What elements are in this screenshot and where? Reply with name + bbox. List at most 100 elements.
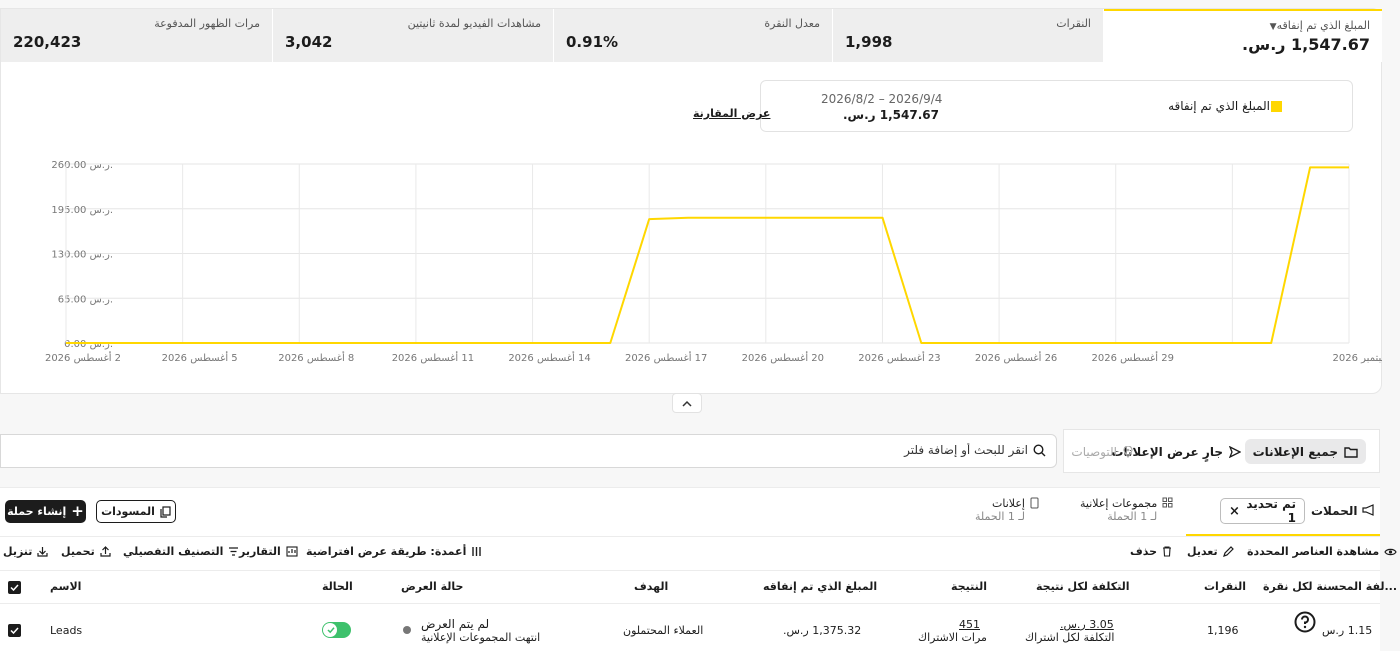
upload-icon <box>100 546 111 557</box>
metric-paid-impressions[interactable]: مرات الظهور المدفوعة 220,423 <box>1 9 272 62</box>
toolbar-label: تنزيل <box>3 545 33 558</box>
level-sublabel: لـ 1 الحملة <box>975 510 1025 523</box>
row-cost-per-result-type: التكلفة لكل اشتراك <box>1025 631 1115 644</box>
row-result-type: مرات الاشتراك <box>918 631 987 644</box>
collapse-chart-button[interactable] <box>672 393 702 413</box>
metric-ctr[interactable]: معدل النقرة 0.91% <box>554 9 832 62</box>
column-header-status[interactable]: الحالة <box>322 580 353 593</box>
toolbar-label: تعديل <box>1187 545 1218 558</box>
reports-button[interactable]: التقارير <box>239 545 298 558</box>
metric-amount-spent[interactable]: المبلغ الذي تم إنفاقه▼ 1,547.67 ر.س. <box>1104 9 1382 62</box>
row-cpc: 1.15 ر.س <box>1322 624 1373 637</box>
metric-label: المبلغ الذي تم إنفاقه <box>1276 19 1370 32</box>
upload-button[interactable]: تحميل <box>61 545 111 558</box>
x-tick-label: 14 أغسطس 2026 <box>508 351 590 364</box>
report-icon <box>286 546 298 557</box>
status-toggle[interactable] <box>322 622 351 638</box>
download-button[interactable]: تنزيل <box>3 545 49 558</box>
column-header-cost-per-result[interactable]: التكلفة لكل نتيجة <box>1036 580 1130 593</box>
select-all-checkbox[interactable] <box>8 581 21 594</box>
view-selected-button[interactable]: مشاهدة العناصر المحددة <box>1247 545 1397 558</box>
row-name[interactable]: Leads <box>50 624 82 637</box>
check-icon <box>10 627 19 634</box>
caret-down-icon[interactable]: ▼ <box>1270 22 1277 32</box>
grid-icon <box>1162 497 1173 508</box>
delivery-status: لم يتم العرض <box>421 617 490 631</box>
tab-label: التوصيات <box>1071 444 1117 459</box>
column-header-objective[interactable]: الهدف <box>634 580 668 593</box>
download-icon <box>37 547 49 557</box>
columns-button[interactable]: أعمدة: طريقة عرض افتراضية <box>306 545 482 558</box>
x-tick-label: 29 أغسطس 2026 <box>1092 351 1174 364</box>
x-tick-label: 5 أغسطس 2026 <box>162 351 238 364</box>
y-tick-label: 195.00 ر.س. <box>51 205 113 216</box>
level-tab-campaigns-label[interactable]: الحملات <box>1311 504 1375 518</box>
column-header-result[interactable]: النتيجة <box>951 580 987 593</box>
trash-icon <box>1163 546 1172 557</box>
view-tabs: جميع الإعلانات جارٍ عرض الإعلانات التوصي… <box>1063 429 1380 473</box>
column-header-delivery[interactable]: حالة العرض <box>401 580 463 593</box>
toolbar-label: التقارير <box>239 545 281 558</box>
metric-label: النقرات <box>1056 17 1091 30</box>
edit-button[interactable]: تعديل <box>1187 545 1234 558</box>
folder-icon <box>1344 446 1358 458</box>
legend-series-label: المبلغ الذي تم إنفاقه <box>1168 99 1270 113</box>
pencil-icon <box>1222 546 1234 557</box>
search-input[interactable] <box>228 443 1028 457</box>
x-tick-label: 23 أغسطس 2026 <box>858 351 940 364</box>
help-button[interactable] <box>1292 609 1318 635</box>
search-icon <box>1033 444 1046 457</box>
drafts-label: المسودات <box>101 505 155 518</box>
toolbar-label: أعمدة: طريقة عرض افتراضية <box>306 545 467 558</box>
compare-link[interactable]: عرض المقارنة <box>693 107 770 120</box>
row-objective: العملاء المحتملون <box>623 624 704 637</box>
legend-item: المبلغ الذي تم إنفاقه <box>1168 99 1282 113</box>
breakdown-button[interactable]: التصنيف التفصيلي <box>123 545 239 558</box>
check-icon <box>10 584 19 591</box>
metric-clicks[interactable]: النقرات 1,998 <box>833 9 1103 62</box>
column-header-clicks[interactable]: النقرات <box>1204 580 1246 593</box>
column-header-name[interactable]: الاسم <box>50 580 81 593</box>
x-tick-label: 17 أغسطس 2026 <box>625 351 707 364</box>
x-tick-label: 20 أغسطس 2026 <box>742 351 824 364</box>
column-header-cpc[interactable]: ...لفة المحسنة لكل نقرة <box>1263 580 1397 593</box>
divider <box>0 603 1380 604</box>
close-icon[interactable]: × <box>1229 504 1240 519</box>
phone-icon <box>1030 497 1039 509</box>
x-tick-label: 2 أغسطس 2026 <box>45 351 121 364</box>
question-icon <box>1294 611 1316 633</box>
x-tick-label: 26 أغسطس 2026 <box>975 351 1057 364</box>
delete-button[interactable]: حذف <box>1130 545 1172 558</box>
drafts-button[interactable]: المسودات <box>96 500 176 523</box>
metric-value: 220,423 <box>13 33 82 51</box>
level-sublabel: لـ 1 الحملة <box>1107 510 1158 523</box>
create-campaign-button[interactable]: + إنشاء حملة <box>5 500 86 523</box>
row-result[interactable]: 451 <box>959 618 980 631</box>
row-checkbox[interactable] <box>8 624 21 637</box>
selected-count-chip[interactable]: تم تحديد 1 × <box>1220 497 1305 525</box>
toolbar-label: التصنيف التفصيلي <box>123 545 224 558</box>
eye-icon <box>1384 548 1397 555</box>
toolbar-label: تحميل <box>61 545 95 558</box>
delivery-status-detail: انتهت المجموعات الإعلانية <box>421 631 541 644</box>
tab-all-ads[interactable]: جميع الإعلانات <box>1244 439 1366 464</box>
metric-video-views[interactable]: مشاهدات الفيديو لمدة ثانيتين 3,042 <box>273 9 553 62</box>
toolbar-label: حذف <box>1130 545 1158 558</box>
chevron-up-icon <box>682 400 692 407</box>
metric-value: 1,547.67 ر.س. <box>1242 35 1370 54</box>
level-tab-ad-sets[interactable]: مجموعات إعلانية لـ 1 الحملة <box>1080 497 1173 523</box>
plus-icon: + <box>71 502 84 520</box>
level-label: الحملات <box>1311 504 1358 518</box>
columns-icon <box>472 547 482 556</box>
selected-chip-label: تم تحديد 1 <box>1246 497 1296 525</box>
level-label: مجموعات إعلانية <box>1080 497 1158 510</box>
toolbar-label: مشاهدة العناصر المحددة <box>1247 545 1380 558</box>
search-filter-box[interactable] <box>0 434 1057 468</box>
y-tick-label: 260.00 ر.س. <box>51 160 113 171</box>
level-tab-ads[interactable]: إعلانات لـ 1 الحملة <box>975 497 1039 523</box>
divider <box>0 570 1380 571</box>
check-icon <box>327 627 335 634</box>
tab-recommendations[interactable]: التوصيات <box>1071 439 1133 464</box>
row-cost-per-result[interactable]: 3.05 ر.س. <box>1060 618 1114 631</box>
column-header-amount-spent[interactable]: المبلغ الذي تم إنفاقه <box>763 580 877 593</box>
